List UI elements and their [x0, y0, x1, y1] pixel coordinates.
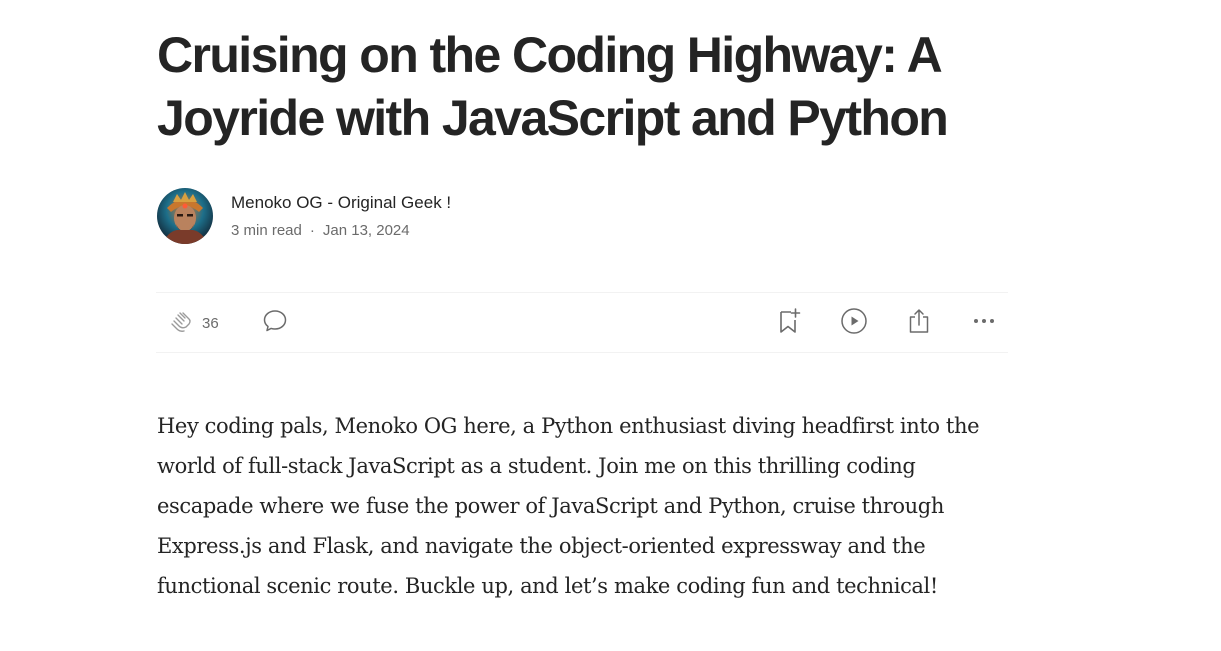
clap-button[interactable]: 36 — [168, 309, 219, 337]
article-title: Cruising on the Coding Highway: A Joyrid… — [157, 27, 949, 146]
publish-date: Jan 13, 2024 — [322, 221, 410, 239]
clap-icon — [168, 308, 194, 339]
byline-meta: Menoko OG - Original Geek ! 3 min read · J… — [231, 192, 451, 241]
share-button[interactable] — [906, 307, 932, 340]
play-icon — [840, 307, 868, 340]
bookmark-add-icon — [776, 307, 802, 340]
more-button[interactable] — [971, 309, 997, 337]
author-name[interactable]: Menoko OG - Original Geek ! — [231, 192, 451, 214]
article-page: Cruising on the Coding Highway: A Joyrid… — [0, 0, 1221, 651]
comment-button[interactable] — [262, 309, 288, 337]
listen-button[interactable] — [840, 307, 868, 340]
avatar-image — [157, 188, 213, 244]
more-icon — [971, 308, 997, 339]
article-action-bar: 36 — [156, 292, 1008, 353]
author-avatar[interactable] — [157, 188, 213, 244]
comment-icon — [262, 308, 288, 339]
byline: Menoko OG - Original Geek ! 3 min read · J… — [157, 188, 451, 244]
meta-separator: · — [309, 221, 315, 239]
clap-count: 36 — [202, 314, 219, 332]
article-body-paragraph: Hey coding pals, Menoko OG here, a Pytho… — [157, 414, 980, 598]
save-button[interactable] — [776, 307, 802, 340]
share-icon — [906, 307, 932, 340]
read-time: 3 min read — [231, 221, 302, 239]
article-meta: 3 min read · Jan 13, 2024 — [231, 221, 451, 241]
